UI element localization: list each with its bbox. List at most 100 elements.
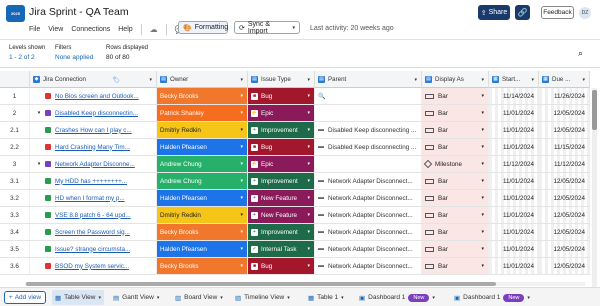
start-date-cell[interactable]: 11/01/2024 xyxy=(489,139,539,155)
chevron-down-icon[interactable]: ▾ xyxy=(157,295,160,301)
chevron-down-icon[interactable]: ▾ xyxy=(307,246,310,252)
start-date-cell[interactable]: 11/01/2024 xyxy=(489,207,539,223)
menu-help[interactable]: Help xyxy=(118,26,132,33)
parent-cell[interactable]: ▬ Network Adapter Disconnect... xyxy=(315,258,422,274)
menu-view[interactable]: View xyxy=(48,26,63,33)
chevron-down-icon[interactable]: ▾ xyxy=(582,77,585,83)
jira-issue-link[interactable]: HD when I format my p... xyxy=(55,195,125,202)
chevron-down-icon[interactable]: ▾ xyxy=(307,263,310,269)
jira-connection-cell[interactable]: ▾ Disabled Keep disconnectin... xyxy=(30,105,157,121)
jira-connection-cell[interactable]: Crashes How can I play c... xyxy=(30,122,157,138)
owner-cell[interactable]: Halden Pfearsen ▾ xyxy=(157,139,248,155)
chevron-down-icon[interactable]: ▾ xyxy=(240,195,243,201)
table-row[interactable]: 3.4 Screen the Password sig... Becky Bro… xyxy=(0,224,590,241)
display-as-cell[interactable]: Bar ▾ xyxy=(422,173,489,189)
share-button[interactable]: ⇪ Share xyxy=(478,5,510,20)
formatting-button[interactable]: 🎨 Formatting xyxy=(178,21,228,34)
issue-type-cell[interactable]: ⚡ Epic ▾ xyxy=(248,156,315,172)
chevron-down-icon[interactable]: ▾ xyxy=(481,212,484,218)
parent-cell[interactable]: ▬ Network Adapter Disconnect... xyxy=(315,190,422,206)
chevron-down-icon[interactable]: ▾ xyxy=(240,246,243,252)
table-row[interactable]: 3 ▾ Network Adapter Disconne... Andrew C… xyxy=(0,156,590,173)
chevron-down-icon[interactable]: ▾ xyxy=(240,229,243,235)
parent-cell[interactable]: ▬ Disabled Keep disconnecting ... xyxy=(315,122,422,138)
display-as-cell[interactable]: Bar ▾ xyxy=(422,224,489,240)
due-date-cell[interactable]: 12/05/2024 xyxy=(539,173,590,189)
cloud-icon[interactable]: ☁ xyxy=(150,25,158,34)
chevron-down-icon[interactable]: ▾ xyxy=(307,127,310,133)
scrollbar-thumb[interactable] xyxy=(26,282,496,286)
chevron-down-icon[interactable]: ▾ xyxy=(481,110,484,116)
parent-cell[interactable]: ▬ Disabled Keep disconnecting ... xyxy=(315,139,422,155)
expand-toggle[interactable]: ▾ xyxy=(33,161,45,167)
chevron-down-icon[interactable]: ▾ xyxy=(307,195,310,201)
menu-file[interactable]: File xyxy=(29,26,40,33)
display-as-cell[interactable]: Bar ▾ xyxy=(422,258,489,274)
owner-cell[interactable]: Andrew Chung ▾ xyxy=(157,173,248,189)
jira-connection-cell[interactable]: My HDD has ++++++++... xyxy=(30,173,157,189)
owner-cell[interactable]: Dmitriy Redkin ▾ xyxy=(157,122,248,138)
avatar[interactable]: DZ xyxy=(579,7,591,19)
jira-issue-link[interactable]: VSE 8.8 patch 6 - 64 upd... xyxy=(55,212,131,219)
start-date-cell[interactable]: 11/01/2024 xyxy=(489,258,539,274)
start-date-cell[interactable]: 11/01/2024 xyxy=(489,241,539,257)
chevron-down-icon[interactable]: ▾ xyxy=(481,144,484,150)
chevron-down-icon[interactable]: ▾ xyxy=(307,178,310,184)
jira-issue-link[interactable]: Disabled Keep disconnectin... xyxy=(55,110,138,117)
parent-cell[interactable]: ▬ Network Adapter Disconnect... xyxy=(315,207,422,223)
chevron-down-icon[interactable]: ▾ xyxy=(240,93,243,99)
due-date-cell[interactable]: 11/15/2024 xyxy=(539,139,590,155)
table-row[interactable]: 3.5 Issue? strange circumsta... Halden P… xyxy=(0,241,590,258)
filters-value[interactable]: None applied xyxy=(55,54,93,61)
jira-connection-cell[interactable]: No Bios screen and Outlook... xyxy=(30,88,157,104)
owner-cell[interactable]: Becky Brooks ▾ xyxy=(157,224,248,240)
feedback-button[interactable]: Feedback xyxy=(541,6,574,19)
chevron-down-icon[interactable]: ▾ xyxy=(481,195,484,201)
levels-shown[interactable]: Levels shown 1 - 2 of 2 xyxy=(9,45,45,61)
header-display-as[interactable]: ▤ Display As ▾ xyxy=(422,71,489,88)
chevron-down-icon[interactable]: ▾ xyxy=(220,295,223,301)
due-date-cell[interactable]: 12/05/2024 xyxy=(539,122,590,138)
due-date-cell[interactable]: 12/05/2024 xyxy=(539,105,590,121)
chevron-down-icon[interactable]: ▾ xyxy=(240,161,243,167)
owner-cell[interactable]: Becky Brooks ▾ xyxy=(157,88,248,104)
jira-connection-cell[interactable]: ▾ Network Adapter Disconne... xyxy=(30,156,157,172)
start-date-cell[interactable]: 11/01/2024 xyxy=(489,224,539,240)
expand-toggle[interactable]: ▾ xyxy=(33,110,45,116)
chevron-down-icon[interactable]: ▾ xyxy=(307,161,310,167)
tab-timeline-view[interactable]: ▧ Timeline View ▾ xyxy=(232,290,293,305)
parent-cell[interactable]: ▬ Network Adapter Disconnect... xyxy=(315,224,422,240)
tab-dashboard-1[interactable]: ▣ Dashboard 1 New ▾ xyxy=(356,290,438,305)
table-row[interactable]: 2.1 Crashes How can I play c... Dmitriy … xyxy=(0,122,590,139)
chevron-down-icon[interactable]: ▾ xyxy=(527,295,530,301)
jira-issue-link[interactable]: Screen the Password sig... xyxy=(55,229,130,236)
start-date-cell[interactable]: 11/01/2024 xyxy=(489,122,539,138)
chevron-down-icon[interactable]: ▾ xyxy=(240,178,243,184)
display-as-cell[interactable]: Bar ▾ xyxy=(422,190,489,206)
due-date-cell[interactable]: 11/26/2024 xyxy=(539,88,590,104)
chevron-down-icon[interactable]: ▾ xyxy=(341,295,344,301)
chevron-down-icon[interactable]: ▾ xyxy=(287,295,290,301)
display-as-cell[interactable]: Bar ▾ xyxy=(422,122,489,138)
jira-connection-cell[interactable]: Issue? strange circumsta... xyxy=(30,241,157,257)
chevron-down-icon[interactable]: ▾ xyxy=(481,93,484,99)
jira-connection-cell[interactable]: Screen the Password sig... xyxy=(30,224,157,240)
header-issue-type[interactable]: ▤ Issue Type ▾ xyxy=(248,71,315,88)
chevron-down-icon[interactable]: ▾ xyxy=(307,212,310,218)
issue-type-cell[interactable]: ■ Bug ▾ xyxy=(248,258,315,274)
parent-cell[interactable] xyxy=(315,105,422,121)
chevron-down-icon[interactable]: ▾ xyxy=(414,77,417,83)
chevron-down-icon[interactable]: ▾ xyxy=(481,178,484,184)
issue-type-cell[interactable]: + New Feature ▾ xyxy=(248,190,315,206)
display-as-cell[interactable]: Bar ▾ xyxy=(422,88,489,104)
chevron-down-icon[interactable]: ▾ xyxy=(481,161,484,167)
chevron-down-icon[interactable]: ▾ xyxy=(481,77,484,83)
header-start[interactable]: ▦ Start... ▾ xyxy=(489,71,539,88)
menu-connections[interactable]: Connections xyxy=(71,26,110,33)
header-owner[interactable]: ▤ Owner ▾ xyxy=(157,71,248,88)
due-date-cell[interactable]: 12/05/2024 xyxy=(539,258,590,274)
due-date-cell[interactable]: 12/05/2024 xyxy=(539,224,590,240)
table-row[interactable]: 3.6 BSOD my System servic... Becky Brook… xyxy=(0,258,590,275)
issue-type-cell[interactable]: + Improvement ▾ xyxy=(248,173,315,189)
header-jira-connection[interactable]: ◆ Jira Connection 🏷 ▾ xyxy=(30,71,157,88)
